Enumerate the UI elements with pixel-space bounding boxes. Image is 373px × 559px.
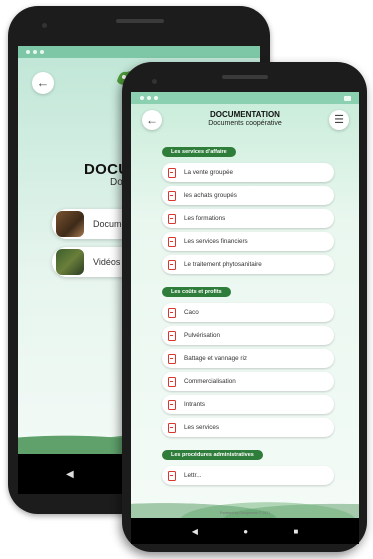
pdf-file-icon (168, 167, 176, 178)
speaker-grille (116, 19, 164, 23)
front-camera (42, 23, 47, 28)
pdf-file-icon (168, 190, 176, 201)
list-item[interactable]: Les formations (162, 209, 334, 228)
list-item-label: Pulvérisation (184, 332, 221, 339)
list-item-label: Caco (184, 309, 199, 316)
back-arrow-icon[interactable]: ← (32, 72, 54, 94)
list-item[interactable]: Lettr... (162, 466, 334, 485)
status-bar (18, 46, 260, 58)
pdf-file-icon (168, 259, 176, 270)
list-item-label: Lettr... (184, 472, 202, 479)
phone-screen: ← DOCUMENTATION Documents coopérative ☰ … (131, 92, 359, 518)
list-item-label: Les services (184, 424, 219, 431)
pdf-file-icon (168, 213, 176, 224)
app-header: ← DOCUMENTATION Documents coopérative ☰ (131, 104, 359, 138)
pdf-file-icon (168, 422, 176, 433)
list-item[interactable]: Les services (162, 418, 334, 437)
list-item[interactable]: Pulvérisation (162, 326, 334, 345)
recents-square-icon[interactable]: ■ (293, 527, 298, 536)
section-header: Les procédures administratives (162, 450, 263, 460)
pdf-file-icon (168, 353, 176, 364)
list-item[interactable]: Les services financiers (162, 232, 334, 251)
list-item[interactable]: Intrants (162, 395, 334, 414)
speaker-grille (222, 75, 268, 79)
status-bar (131, 92, 359, 104)
card-label: Vidéos (93, 257, 121, 267)
list-item-label: Les formations (184, 215, 226, 222)
page-subtitle: Documents coopérative (208, 120, 282, 127)
pdf-file-icon (168, 376, 176, 387)
navigation-bar: ◀ ● ■ (131, 518, 359, 544)
screenshot-stage: ← DOCUM Doco Docume Vidéos ◀ (0, 0, 373, 559)
list-item[interactable]: Caco (162, 303, 334, 322)
list-item-label: Intrants (184, 401, 205, 408)
page-title: DOCUMENTATION (210, 110, 280, 119)
footer-credit: Powered by Groupeman © 2021 (219, 511, 271, 515)
list-item[interactable]: La vente groupée (162, 163, 334, 182)
hamburger-menu-icon[interactable]: ☰ (329, 110, 349, 130)
list-item-label: Le traitement phytosanitaire (184, 261, 262, 268)
section-header: Les services d'affaire (162, 147, 236, 157)
pdf-file-icon (168, 307, 176, 318)
section-header: Les coûts et profits (162, 287, 231, 297)
pdf-file-icon (168, 330, 176, 341)
foreground-phone: ← DOCUMENTATION Documents coopérative ☰ … (122, 62, 367, 552)
front-camera (152, 79, 157, 84)
list-item[interactable]: les achats groupés (162, 186, 334, 205)
list-item[interactable]: Le traitement phytosanitaire (162, 255, 334, 274)
list-item-label: La vente groupée (184, 169, 234, 176)
back-triangle-icon[interactable]: ◀ (192, 527, 198, 536)
list-item-label: Commercialisation (184, 378, 236, 385)
document-thumbnail-icon (56, 211, 84, 237)
list-item-label: Battage et vannage riz (184, 355, 248, 362)
list-item-label: les achats groupés (184, 192, 237, 199)
video-thumbnail-icon (56, 249, 84, 275)
battery-icon (344, 95, 351, 101)
pdf-file-icon (168, 470, 176, 481)
pdf-file-icon (168, 236, 176, 247)
home-circle-icon[interactable]: ● (243, 527, 248, 536)
list-item[interactable]: Commercialisation (162, 372, 334, 391)
list-item[interactable]: Battage et vannage riz (162, 349, 334, 368)
list-item-label: Les services financiers (184, 238, 248, 245)
pdf-file-icon (168, 399, 176, 410)
back-triangle-icon[interactable]: ◀ (66, 469, 74, 480)
